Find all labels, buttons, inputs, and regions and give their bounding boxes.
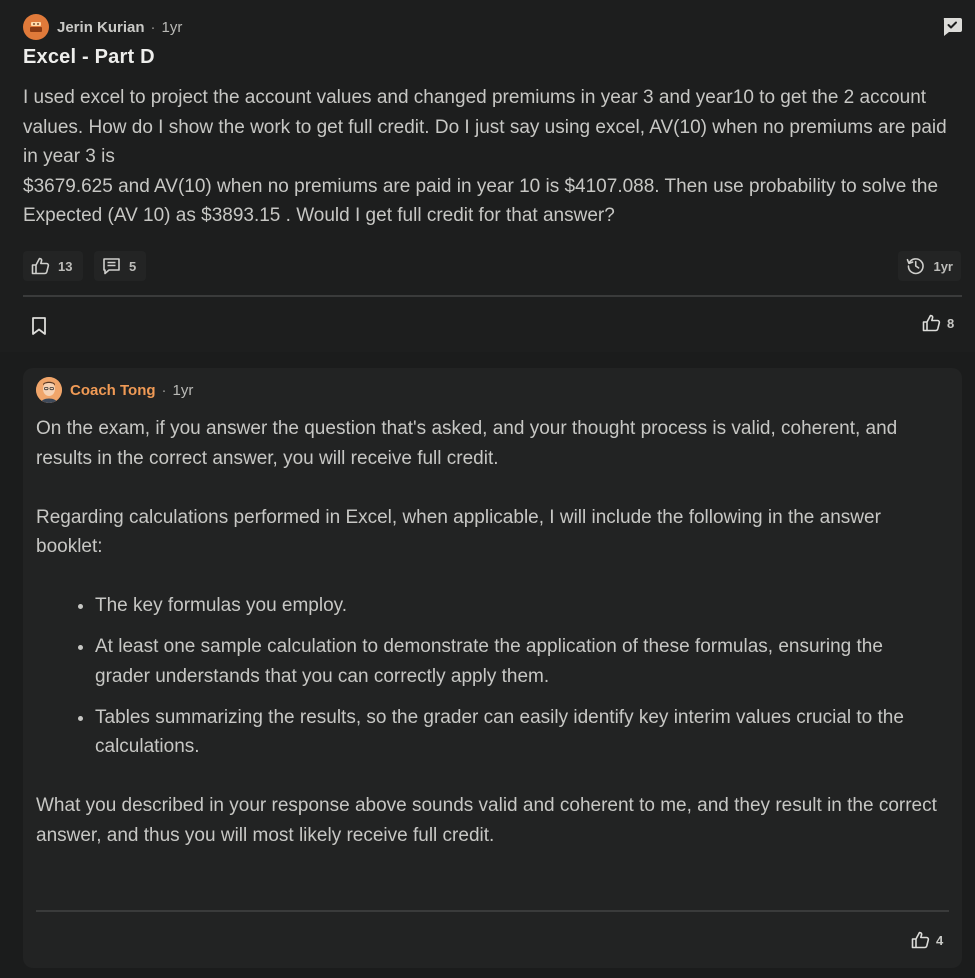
post-age: 1yr: [161, 18, 183, 36]
list-item: At least one sample calculation to demon…: [95, 632, 941, 691]
answer-age: 1yr: [172, 381, 194, 399]
separator-dot: ·: [161, 381, 167, 399]
answer-paragraph: On the exam, if you answer the question …: [36, 418, 898, 469]
comment-count: 5: [129, 258, 137, 274]
answer-vote-count: 4: [936, 932, 944, 948]
thumbs-up-icon: [31, 257, 50, 275]
answer-meta: Coach Tong · 1yr: [36, 377, 193, 403]
avatar-icon[interactable]: [23, 14, 49, 40]
post-title: Excel - Part D: [23, 46, 155, 68]
post-vote-count: 8: [947, 315, 955, 331]
answer-bullet-list: The key formulas you employ. At least on…: [36, 591, 941, 762]
post-body-paragraph: $3679.625 and AV(10) when no premiums ar…: [23, 175, 939, 227]
question-post: Jerin Kurian · 1yr Excel - Part D I used…: [0, 0, 975, 352]
post-body: I used excel to project the account valu…: [23, 83, 963, 231]
thumbs-up-icon: [922, 314, 941, 332]
answer-paragraph: What you described in your response abov…: [36, 795, 937, 846]
separator-dot: ·: [150, 18, 156, 36]
answer-body: On the exam, if you answer the question …: [36, 414, 941, 850]
avatar-icon[interactable]: [36, 377, 62, 403]
answer-author[interactable]: Coach Tong: [70, 382, 156, 399]
comments-button[interactable]: 5: [94, 251, 146, 281]
like-count: 13: [58, 258, 73, 274]
list-item: The key formulas you employ.: [95, 591, 941, 621]
divider: [23, 295, 962, 297]
history-age: 1yr: [933, 258, 953, 274]
bookmark-icon[interactable]: [30, 316, 48, 336]
post-meta: Jerin Kurian · 1yr: [23, 14, 182, 40]
post-author[interactable]: Jerin Kurian: [57, 19, 145, 36]
answer-paragraph: Regarding calculations performed in Exce…: [36, 506, 881, 558]
like-button[interactable]: 13: [23, 251, 83, 281]
divider: [36, 910, 949, 912]
thumbs-up-icon: [911, 931, 930, 949]
history-button[interactable]: 1yr: [898, 251, 961, 281]
comment-icon: [103, 258, 120, 275]
history-icon: [906, 258, 924, 275]
chat-check-icon[interactable]: [941, 16, 963, 38]
post-upvote-button[interactable]: 8: [922, 314, 954, 332]
list-item: Tables summarizing the results, so the g…: [95, 703, 941, 762]
answer-card: Coach Tong · 1yr On the exam, if you ans…: [23, 368, 962, 968]
post-body-paragraph: I used excel to project the account valu…: [23, 87, 947, 167]
answer-upvote-button[interactable]: 4: [911, 931, 943, 949]
